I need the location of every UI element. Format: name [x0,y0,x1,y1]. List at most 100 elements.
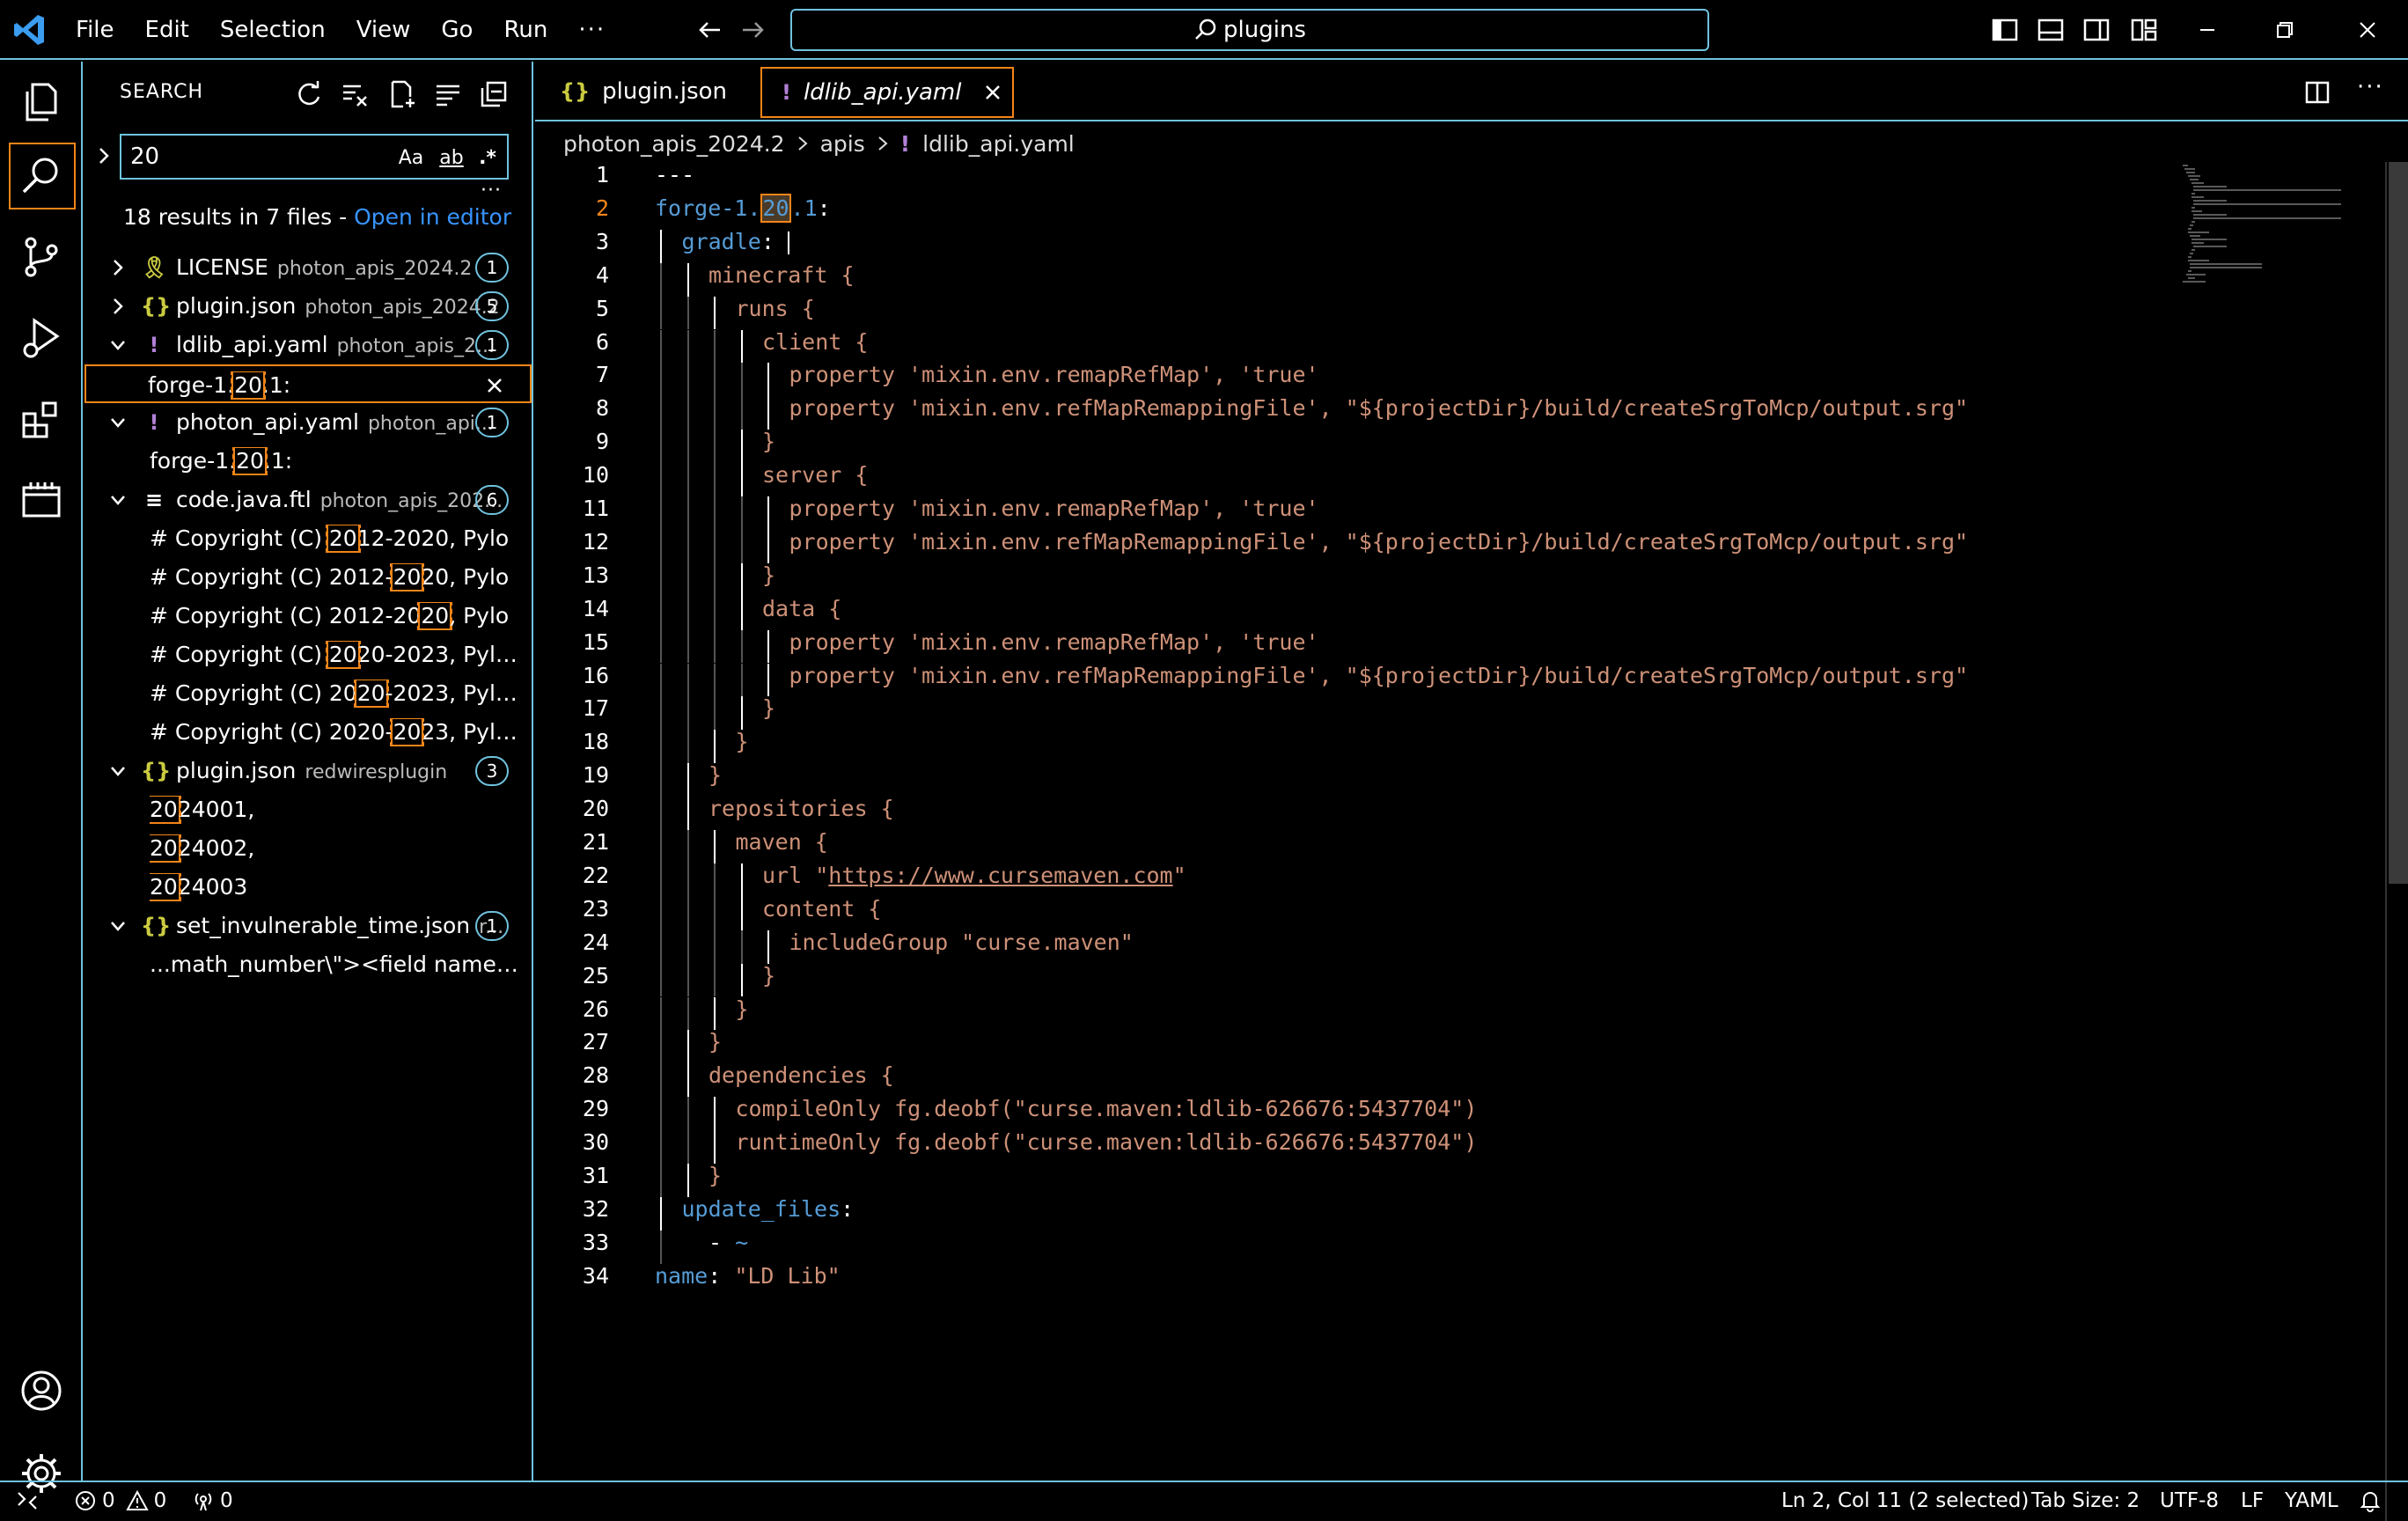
menu-file[interactable]: File [76,17,114,43]
indent-guide [686,963,689,997]
editor-more-actions[interactable]: ··· [2357,74,2384,100]
breadcrumb-item[interactable]: apis [820,131,865,157]
code-line: minecraft { [708,261,855,288]
result-match-row[interactable]: # Copyright (C) 2020-2023, Pylo, op... [84,713,532,752]
result-match-row[interactable]: # Copyright (C) 2020-2023, Pylo, op... [84,636,532,674]
cursor-position[interactable]: Ln 2, Col 11 (2 selected) [1781,1489,2029,1512]
result-match-row[interactable]: forge-1.20.1: [84,442,532,481]
result-match-row[interactable]: 2024001, [84,790,532,829]
activity-source-control[interactable] [0,220,83,294]
result-match-row[interactable]: # Copyright (C) 2012-2020, Pylo [84,597,532,636]
result-file-row[interactable]: ! ldlib_api.yaml photon_apis_2... 1 [84,326,532,364]
chevron-down-icon[interactable] [107,915,128,937]
result-file-row[interactable]: 🎗 LICENSE photon_apis_2024.2 1 [84,248,532,287]
close-icon[interactable] [982,82,1003,103]
menu-selection[interactable]: Selection [220,17,326,43]
encoding[interactable]: UTF-8 [2160,1489,2219,1512]
indent-guide [660,797,662,830]
breadcrumb-item[interactable]: photon_apis_2024.2 [563,131,785,157]
open-in-editor-link[interactable]: Open in editor [354,204,511,230]
chevron-down-icon[interactable] [107,412,128,433]
collapse-all-icon[interactable] [479,79,509,109]
scrollbar-thumb[interactable] [2389,162,2408,884]
search-details-toggle[interactable]: ··· [481,180,502,202]
tab-size[interactable]: Tab Size: 2 [2031,1489,2140,1512]
minimap[interactable] [2174,162,2350,356]
result-match-row[interactable]: # Copyright (C) 2012-2020, Pylo [84,519,532,558]
indent-guide [686,1063,689,1098]
remote-indicator[interactable] [16,1489,44,1512]
result-file-row[interactable]: {} set_invulnerable_time.json r... 1 [84,907,532,945]
chevron-down-icon[interactable] [107,334,128,356]
command-center[interactable]: plugins [790,9,1709,51]
activity-run-debug[interactable] [0,301,83,375]
result-file-row[interactable]: ≡ code.java.ftl photon_apis_202... 6 [84,481,532,519]
restore-icon[interactable] [2271,16,2299,44]
problems-indicator[interactable]: 0 0 [74,1489,166,1512]
activity-search[interactable] [0,139,83,213]
code-line: } [762,962,776,988]
customize-layout-icon[interactable] [2130,16,2158,44]
result-file-row[interactable]: {} plugin.json photon_apis_2024.2 5 [84,287,532,326]
refresh-icon[interactable] [294,79,324,109]
result-match-row[interactable]: forge-1.20.1: [84,364,532,403]
line-number: 5 [595,295,609,321]
line-number: 1 [595,162,609,187]
end-of-line[interactable]: LF [2241,1489,2264,1512]
dismiss-result-icon[interactable] [484,375,505,396]
indent-guide [740,863,743,897]
vertical-scrollbar[interactable] [2385,162,2408,1521]
match-case-toggle[interactable]: Aa [396,143,426,173]
new-search-editor-icon[interactable] [387,79,417,109]
menu-go[interactable]: Go [441,17,473,43]
activity-extensions[interactable] [0,382,83,456]
view-as-list-icon[interactable] [433,79,463,109]
chevron-right-icon[interactable] [93,143,114,169]
line-number: 14 [582,595,609,621]
search-sidebar: SEARCH Aa ab .* ··· 18 results in 7 file… [84,62,533,1481]
breadcrumb-item[interactable]: ldlib_api.yaml [922,131,1075,157]
arrow-left-icon[interactable] [695,16,723,44]
activity-remote-explorer[interactable] [0,463,83,537]
ports-count: 0 [220,1489,233,1512]
result-match-row[interactable]: # Copyright (C) 2012-2020, Pylo [84,558,532,597]
chevron-right-icon[interactable] [107,296,128,317]
result-file-name: LICENSE photon_apis_2024.2 [176,254,472,283]
menu-run[interactable]: Run [503,17,547,43]
result-match-row[interactable]: # Copyright (C) 2020-2023, Pylo, op... [84,674,532,713]
language-mode[interactable]: YAML [2285,1489,2338,1512]
toggle-primary-sidebar-icon[interactable] [1991,16,2019,44]
toggle-panel-icon[interactable] [2037,16,2065,44]
clear-results-icon[interactable] [340,79,370,109]
ports-indicator[interactable]: 0 [192,1489,233,1512]
result-file-row[interactable]: {} plugin.json redwiresplugin 3 [84,752,532,790]
result-match-row[interactable]: 2024002, [84,829,532,868]
split-editor-icon[interactable] [2304,79,2331,106]
indent-guide [660,529,662,563]
result-match-row[interactable]: ...math_number\"><field name=\"N... [84,945,532,984]
code-line: content { [762,895,882,922]
chevron-down-icon[interactable] [107,489,128,511]
menu-more-button[interactable]: ··· [578,17,606,43]
indent-guide [767,496,769,530]
result-file-row[interactable]: ! photon_api.yaml photon_api... 1 [84,403,532,442]
toggle-secondary-sidebar-icon[interactable] [2082,16,2111,44]
minimize-icon[interactable] [2193,16,2221,44]
result-match-row[interactable]: 2024003 [84,868,532,907]
tab-plugin-json[interactable]: {} plugin.json [560,62,727,121]
match-text: # Copyright (C) 2012-2020, Pylo [150,525,526,553]
use-regex-toggle[interactable]: .* [474,143,502,173]
arrow-right-icon[interactable] [739,16,767,44]
indent-guide [686,329,689,364]
match-whole-word-toggle[interactable]: ab [435,143,468,173]
tab-ldlib-api-yaml[interactable]: ! ldlib_api.yaml [760,67,1015,118]
notifications-indicator[interactable] [2359,1489,2387,1512]
close-window-icon[interactable] [2353,16,2382,44]
search-input[interactable] [130,136,377,178]
chevron-right-icon[interactable] [107,257,128,278]
activity-accounts[interactable] [0,1354,83,1428]
chevron-down-icon[interactable] [107,760,128,782]
activity-explorer[interactable] [0,65,83,139]
menu-view[interactable]: View [356,17,411,43]
menu-edit[interactable]: Edit [145,17,189,43]
